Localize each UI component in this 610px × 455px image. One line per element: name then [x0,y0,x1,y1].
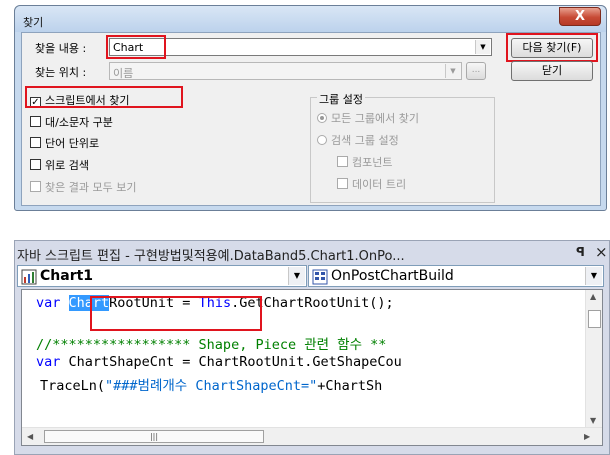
group-settings-box: 그룹 설정 모든 그룹에서 찾기 검색 그룹 설정 컴포넌트 데이터 트리 [310,91,495,203]
scroll-thumb[interactable] [588,310,601,328]
close-icon[interactable]: X [559,7,601,26]
option-label: 단어 단위로 [45,137,100,150]
chevron-down-icon[interactable]: ▼ [475,40,490,54]
radio-label: 모든 그룹에서 찾기 [331,112,419,125]
checkbox-icon[interactable] [337,178,348,189]
checkbox-icon[interactable] [30,137,41,148]
radio-selected-icon[interactable] [317,113,327,123]
find-what-input[interactable]: Chart ▼ [109,38,492,56]
scroll-thumb[interactable]: ||| [44,430,264,443]
event-select[interactable]: OnPostChartBuild ▼ [308,265,604,287]
close-icon[interactable]: × [595,243,608,261]
checkbox-icon[interactable] [30,181,41,192]
radio-search-group[interactable]: 검색 그룹 설정 [317,132,399,148]
dialog-body: 찾을 내용 : Chart ▼ 다음 찾기(F) 찾는 위치 : 이름 ▼ ..… [21,32,601,206]
code-line: var ChartShapeCnt = ChartRootUnit.GetSha… [36,354,402,370]
option-match-case[interactable]: 대/소문자 구분 [30,114,113,130]
event-value: OnPostChartBuild [331,268,454,284]
chevron-down-icon[interactable]: ▼ [288,267,305,285]
horizontal-scrollbar[interactable]: ◀ ||| ▶ [22,427,602,445]
highlight-box-find-next [506,33,598,62]
scroll-down-icon[interactable]: ▼ [590,416,596,425]
find-dialog: 찾기 X 찾을 내용 : Chart ▼ 다음 찾기(F) 찾는 위치 : 이름… [14,5,607,211]
checkbox-icon[interactable] [337,156,348,167]
code-line: //***************** Shape, Piece 관련 함수 *… [36,337,387,353]
object-select[interactable]: Chart1 ▼ [17,265,307,287]
dialog-titlebar[interactable]: 찾기 X [15,6,606,32]
radio-label: 검색 그룹 설정 [331,134,399,147]
highlight-box-code-match [90,296,262,331]
option-data-tree[interactable]: 데이터 트리 [337,176,406,192]
option-whole-word[interactable]: 단어 단위로 [30,135,99,151]
close-button[interactable]: 닫기 [511,61,593,81]
option-search-up[interactable]: 위로 검색 [30,157,89,173]
pin-icon[interactable]: ꟼ [576,245,585,259]
highlight-box-find-what [106,35,166,59]
option-label: 위로 검색 [45,159,89,172]
option-show-all-results[interactable]: 찾은 결과 모두 보기 [30,179,136,195]
look-in-label: 찾는 위치 : [35,66,87,79]
option-label: 대/소문자 구분 [45,116,113,129]
checkbox-icon[interactable] [30,116,41,127]
scroll-left-icon[interactable]: ◀ [27,432,33,441]
look-in-value: 이름 [113,67,134,80]
checkbox-icon[interactable] [30,159,41,170]
option-component[interactable]: 컴포넌트 [337,154,392,170]
option-label: 컴포넌트 [352,156,393,169]
script-editor-panel: 자바 스크립트 편집 - 구현방법및적용예.DataBand5.Chart1.O… [14,240,610,455]
option-label: 데이터 트리 [352,178,407,191]
code-line: TraceLn("###범례개수 ChartShapeCnt="+ChartSh [40,378,383,394]
find-what-label: 찾을 내용 : [35,42,87,55]
radio-all-groups[interactable]: 모든 그룹에서 찾기 [317,110,419,126]
chart-icon [21,269,37,285]
vertical-scrollbar[interactable]: ▲ ▼ [585,290,602,428]
browse-button[interactable]: ... [466,62,486,80]
look-in-select[interactable]: 이름 ▼ [109,62,462,80]
group-settings-legend: 그룹 설정 [317,91,365,107]
chevron-down-icon[interactable]: ▼ [585,267,602,285]
event-icon [312,269,328,285]
scroll-up-icon[interactable]: ▲ [590,292,596,301]
scroll-right-icon[interactable]: ▶ [584,432,590,441]
chevron-down-icon[interactable]: ▼ [445,64,460,78]
highlight-box-script-option [25,86,183,108]
option-label: 찾은 결과 모두 보기 [45,181,137,194]
radio-icon[interactable] [317,135,327,145]
dialog-title: 찾기 [23,16,44,29]
object-value: Chart1 [40,268,94,284]
editor-title: 자바 스크립트 편집 - 구현방법및적용예.DataBand5.Chart1.O… [17,249,405,264]
